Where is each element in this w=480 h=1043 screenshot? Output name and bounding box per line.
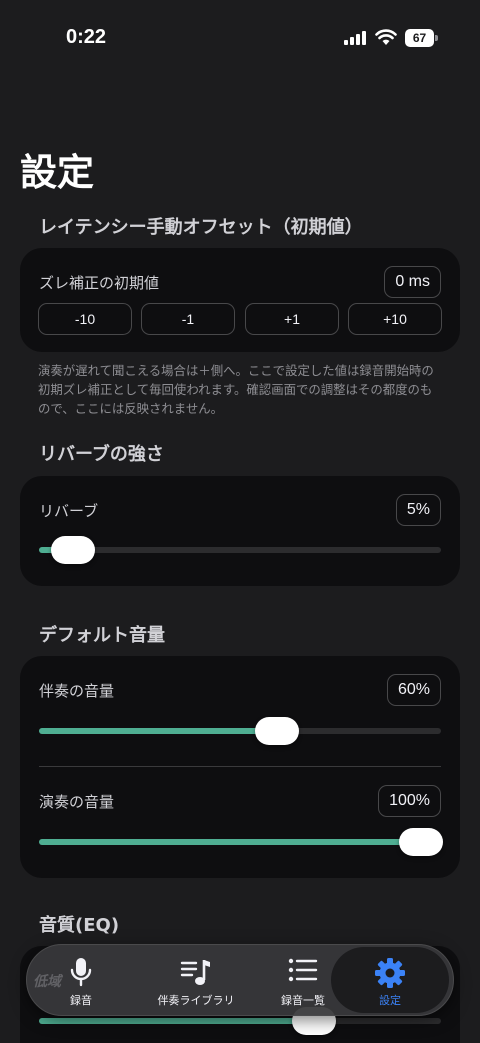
reverb-slider-thumb[interactable] <box>50 536 95 564</box>
tab-settings[interactable]: 設定 <box>331 947 449 1013</box>
performance-slider-fill <box>39 839 426 845</box>
latency-offset-value: 0 ms <box>384 266 441 298</box>
reverb-label: リバーブ <box>39 502 99 520</box>
accompaniment-volume-value: 60% <box>386 674 441 706</box>
offset-plus-10-button[interactable]: +10 <box>348 303 442 335</box>
latency-section-title: レイテンシー手動オフセット（初期値） <box>39 217 363 238</box>
battery-icon: 67 <box>405 29 438 47</box>
performance-volume-label: 演奏の音量 <box>39 793 115 811</box>
reverb-section-title: リバーブの強さ <box>39 444 164 465</box>
battery-level: 67 <box>405 29 434 47</box>
performance-slider-thumb[interactable] <box>399 828 443 856</box>
list-icon <box>288 958 318 982</box>
offset-minus-1-button[interactable]: -1 <box>141 303 235 335</box>
latency-card: ズレ補正の初期値 0 ms -10 -1 +1 +10 <box>20 248 460 352</box>
microphone-icon <box>70 958 92 987</box>
tab-bar: 低域 録音 伴奏ライブラリ 録音一覧 設定 <box>26 944 454 1016</box>
reverb-value: 5% <box>395 494 441 526</box>
latency-help-text: 演奏が遅れて聞こえる場合は＋側へ。ここで設定した値は録音開始時の初期ズレ補正とし… <box>38 363 434 416</box>
offset-plus-1-button[interactable]: +1 <box>245 303 339 335</box>
wifi-icon <box>375 29 397 45</box>
tab-settings-label: 設定 <box>379 994 401 1007</box>
status-bar: 0:22 67 <box>0 0 480 80</box>
performance-volume-value: 100% <box>378 785 441 817</box>
divider <box>39 766 441 767</box>
accompaniment-slider-thumb[interactable] <box>255 717 300 745</box>
accompaniment-volume-label: 伴奏の音量 <box>39 682 115 700</box>
tab-record[interactable]: 録音 <box>31 945 131 1015</box>
latency-offset-label: ズレ補正の初期値 <box>39 274 160 292</box>
reverb-card: リバーブ 5% <box>20 476 460 586</box>
offset-minus-10-button[interactable]: -10 <box>38 303 132 335</box>
status-time: 0:22 <box>66 26 107 48</box>
page-title: 設定 <box>20 151 94 194</box>
accompaniment-volume-slider[interactable] <box>39 717 441 745</box>
tab-accompaniment-library[interactable]: 伴奏ライブラリ <box>141 945 251 1015</box>
reverb-slider[interactable] <box>39 536 441 564</box>
eq-slider[interactable] <box>39 1007 441 1035</box>
tab-record-label: 録音 <box>70 994 92 1007</box>
tab-accompaniment-library-label: 伴奏ライブラリ <box>157 994 235 1007</box>
gear-icon <box>375 958 405 988</box>
eq-section-title: 音質(EQ) <box>39 915 120 936</box>
eq-slider-fill <box>39 1018 315 1024</box>
accompaniment-slider-fill <box>39 728 278 734</box>
music-library-icon <box>180 960 210 985</box>
performance-volume-slider[interactable] <box>39 828 443 856</box>
volume-card: 伴奏の音量 60% 演奏の音量 100% <box>20 656 460 878</box>
volume-section-title: デフォルト音量 <box>39 625 165 646</box>
cellular-signal-icon <box>344 31 368 45</box>
